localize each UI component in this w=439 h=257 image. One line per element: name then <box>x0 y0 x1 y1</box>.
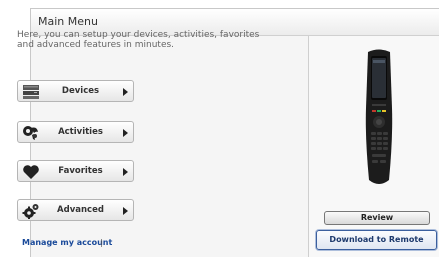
advanced-label: Advanced <box>57 205 104 215</box>
advanced-button[interactable]: Advanced <box>17 199 134 221</box>
activities-button[interactable]: Activities <box>17 121 134 143</box>
chevron-right-icon <box>123 207 128 215</box>
devices-label: Devices <box>61 86 100 96</box>
heart-icon <box>22 164 40 180</box>
manage-account-link[interactable]: Manage my account <box>22 238 112 247</box>
download-to-remote-button[interactable]: Download to Remote <box>316 230 437 250</box>
device-stack-icon <box>22 84 40 100</box>
activities-label: Activities <box>58 127 103 137</box>
menu-pane <box>31 36 308 257</box>
devices-button[interactable]: Devices <box>17 80 134 102</box>
link-separator: | <box>100 238 103 247</box>
chevron-right-icon <box>123 88 128 96</box>
chevron-right-icon <box>123 129 128 137</box>
activities-icon <box>22 125 40 141</box>
intro-text: Here, you can setup your devices, activi… <box>17 30 260 50</box>
gears-icon <box>22 203 40 219</box>
page-title: Main Menu <box>38 15 98 28</box>
remote-image <box>363 48 395 188</box>
favorites-button[interactable]: Favorites <box>17 160 134 182</box>
review-button[interactable]: Review <box>324 211 430 225</box>
chevron-right-icon <box>123 168 128 176</box>
favorites-label: Favorites <box>58 166 103 176</box>
